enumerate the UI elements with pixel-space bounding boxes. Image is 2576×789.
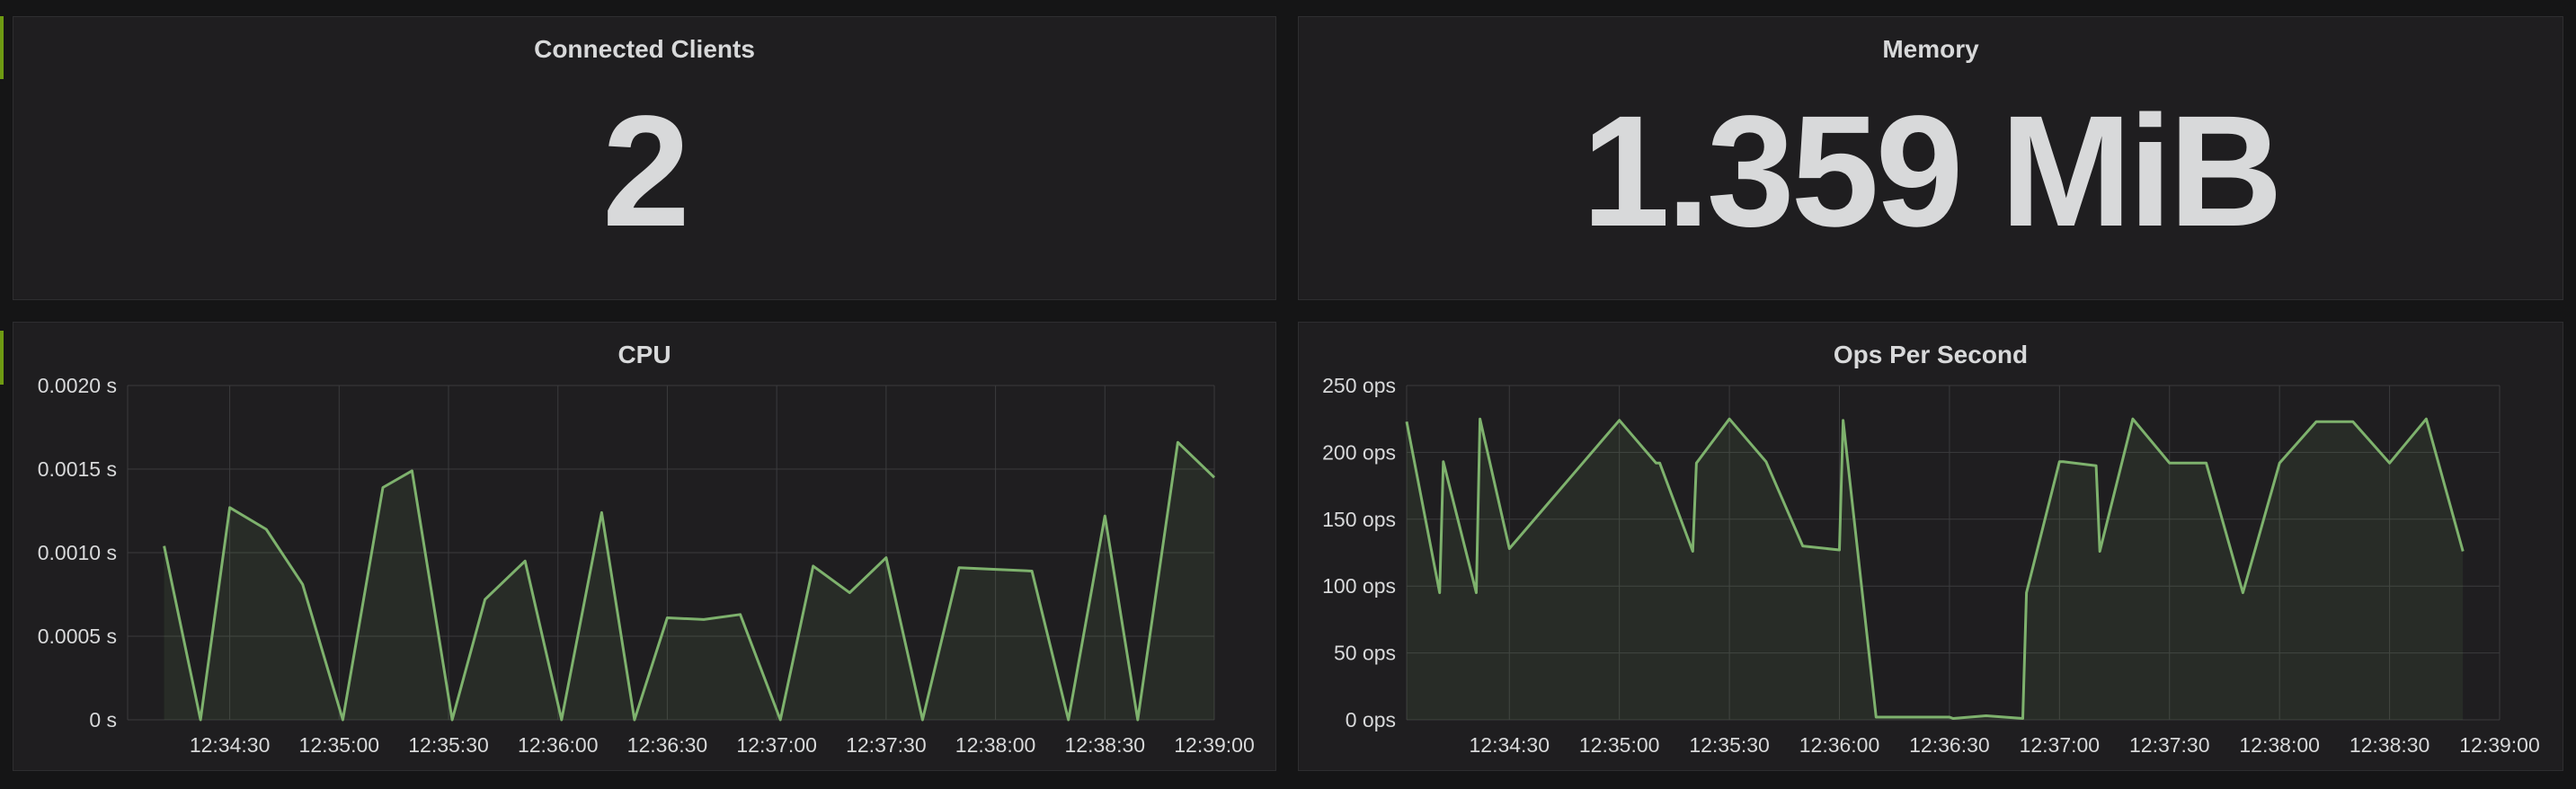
- x-tick-label: 12:34:30: [190, 733, 271, 757]
- ops-graph: 0 ops 50 ops 100 ops 150 ops 200 ops 250 ops 1…: [1322, 374, 2540, 757]
- y-tick-label: 200 ops: [1322, 440, 1396, 464]
- connected-clients-panel[interactable]: Connected Clients 2: [13, 16, 1276, 300]
- y-tick-label: 0.0005 s: [38, 625, 117, 648]
- y-tick-label: 0 ops: [1346, 708, 1396, 731]
- y-tick-label: 250 ops: [1322, 374, 1396, 397]
- y-tick-label: 0 s: [89, 708, 117, 731]
- x-tick-label: 12:37:30: [846, 733, 927, 757]
- x-tick-label: 12:36:00: [518, 733, 599, 757]
- x-tick-label: 12:36:00: [1799, 733, 1880, 757]
- x-tick-label: 12:37:30: [2129, 733, 2210, 757]
- x-tick-label: 12:35:00: [299, 733, 380, 757]
- series-area: [1407, 419, 2464, 720]
- x-tick-label: 12:35:30: [408, 733, 489, 757]
- x-tick-label: 12:34:30: [1469, 733, 1550, 757]
- y-tick-label: 150 ops: [1322, 508, 1396, 531]
- row-marker-top: [0, 16, 4, 79]
- y-tick-label: 0.0020 s: [38, 374, 117, 397]
- x-tick-label: 12:37:00: [2020, 733, 2101, 757]
- x-tick-label: 12:35:30: [1689, 733, 1770, 757]
- y-tick-label: 0.0010 s: [38, 541, 117, 564]
- connected-clients-value: 2: [602, 84, 690, 260]
- series-area: [164, 442, 1215, 720]
- y-tick-label: 50 ops: [1334, 642, 1396, 665]
- x-tick-label: 12:39:00: [1174, 733, 1255, 757]
- memory-panel[interactable]: Memory 1.359 MiB: [1298, 16, 2563, 300]
- x-tick-label: 12:38:00: [955, 733, 1036, 757]
- cpu-panel[interactable]: CPU 0 s 0.0005 s 0.0010 s 0.0015 s 0.0020 s1…: [13, 322, 1276, 771]
- x-tick-label: 12:36:30: [627, 733, 708, 757]
- x-tick-label: 12:38:00: [2239, 733, 2320, 757]
- x-tick-label: 12:39:00: [2459, 733, 2540, 757]
- panel-title: Memory: [1882, 35, 1979, 63]
- x-tick-label: 12:36:30: [1909, 733, 1990, 757]
- x-tick-label: 12:38:30: [1065, 733, 1146, 757]
- x-tick-label: 12:37:00: [736, 733, 817, 757]
- x-tick-label: 12:35:00: [1579, 733, 1660, 757]
- y-tick-label: 100 ops: [1322, 574, 1396, 598]
- panel-title: Connected Clients: [534, 35, 755, 63]
- ops-panel[interactable]: Ops Per Second 0 ops 50 ops 100 ops 150 ops…: [1298, 322, 2563, 771]
- y-tick-label: 0.0015 s: [38, 457, 117, 481]
- memory-value: 1.359 MiB: [1582, 84, 2283, 260]
- x-tick-label: 12:38:30: [2349, 733, 2430, 757]
- row-marker-bottom: [0, 331, 4, 385]
- cpu-graph: 0 s 0.0005 s 0.0010 s 0.0015 s 0.0020 s 12:34…: [38, 374, 1255, 757]
